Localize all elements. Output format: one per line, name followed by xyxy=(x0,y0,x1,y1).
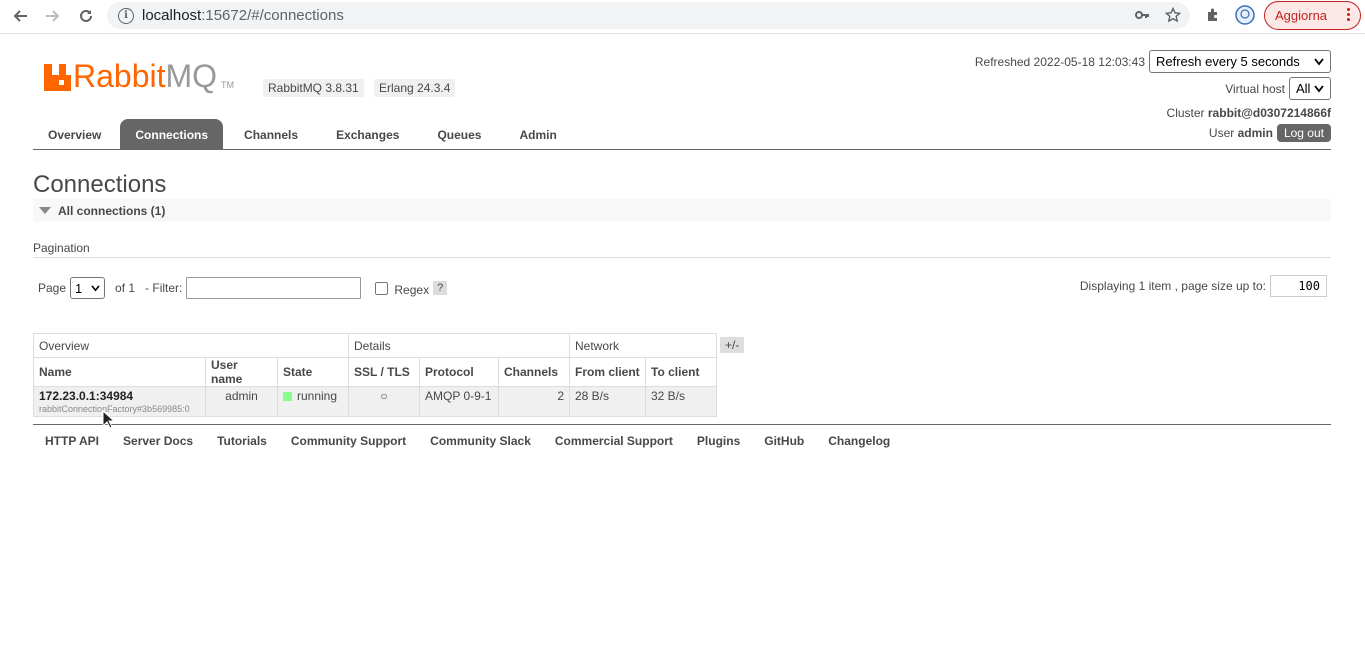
column-toggle-button[interactable]: +/- xyxy=(720,337,745,353)
page-label: Page xyxy=(38,281,67,295)
logo-text-mq: MQ xyxy=(165,58,218,94)
tab-exchanges[interactable]: Exchanges xyxy=(319,119,416,150)
page-size-input[interactable]: 100 xyxy=(1270,275,1327,297)
tab-overview[interactable]: Overview xyxy=(33,119,116,150)
site-info-icon[interactable]: i xyxy=(118,7,134,24)
state-value: running xyxy=(297,389,338,403)
refresh-interval-select[interactable]: Refresh every 5 seconds xyxy=(1149,50,1331,73)
page-of-label: of 1 xyxy=(115,281,136,295)
vhost-select[interactable]: All xyxy=(1289,77,1331,100)
group-header-details: Details xyxy=(348,333,570,358)
page-select-value: 1 xyxy=(75,280,83,296)
section-title: All connections (1) xyxy=(58,203,166,218)
channels-cell: 2 xyxy=(498,386,570,417)
page-select[interactable]: 1 xyxy=(70,277,106,299)
logo-trademark: TM xyxy=(221,80,235,90)
footer-divider xyxy=(33,424,1331,425)
chevron-down-icon xyxy=(91,284,100,292)
reload-icon[interactable] xyxy=(74,4,98,28)
footer-link-http-api[interactable]: HTTP API xyxy=(45,434,99,448)
col-header-protocol[interactable]: Protocol xyxy=(419,357,499,387)
tab-channels[interactable]: Channels xyxy=(227,119,315,150)
table-row: 172.23.0.1:34984 rabbitConnectionFactory… xyxy=(33,386,717,417)
pagination-controls: Page 1 of 1 - Filter: Regex ? xyxy=(38,277,448,299)
back-arrow-icon[interactable] xyxy=(8,4,32,28)
pagination-divider xyxy=(33,257,1331,258)
footer-link-github[interactable]: GitHub xyxy=(764,434,804,448)
to-client-cell: 32 B/s xyxy=(645,386,717,417)
logo-text-rabbit: Rabbit xyxy=(73,58,166,94)
footer-link-community-support[interactable]: Community Support xyxy=(291,434,406,448)
tab-admin[interactable]: Admin xyxy=(502,119,573,150)
col-header-name[interactable]: Name xyxy=(33,357,206,387)
state-cell: running xyxy=(277,386,349,417)
chevron-down-icon xyxy=(1314,84,1324,92)
pagination-label: Pagination xyxy=(33,241,90,255)
col-header-user-name[interactable]: User name xyxy=(205,357,278,387)
col-header-state[interactable]: State xyxy=(277,357,349,387)
footer-link-server-docs[interactable]: Server Docs xyxy=(123,434,193,448)
browser-toolbar: i localhost:15672/#/connections Aggiorna xyxy=(0,0,1365,34)
footer-link-community-slack[interactable]: Community Slack xyxy=(430,434,531,448)
regex-label: Regex xyxy=(394,282,430,297)
page-size-controls: Displaying 1 item , page size up to: 100 xyxy=(1080,275,1327,297)
update-button[interactable]: Aggiorna xyxy=(1264,1,1361,30)
regex-checkbox[interactable] xyxy=(375,281,389,295)
col-header-channels[interactable]: Channels xyxy=(498,357,570,387)
main-tabs: Overview Connections Channels Exchanges … xyxy=(33,119,1331,150)
connections-table: Overview Details Network Name User name … xyxy=(33,333,717,417)
extensions-puzzle-icon[interactable] xyxy=(1205,7,1221,28)
footer-link-plugins[interactable]: Plugins xyxy=(697,434,740,448)
tab-connections[interactable]: Connections xyxy=(120,119,224,150)
from-client-cell: 28 B/s xyxy=(569,386,646,417)
mouse-cursor-icon xyxy=(102,410,116,429)
tab-queues[interactable]: Queues xyxy=(420,119,498,150)
filter-input[interactable] xyxy=(186,277,362,299)
vhost-select-value: All xyxy=(1296,81,1311,96)
url-path: :15672/#/connections xyxy=(201,7,344,24)
footer-links: HTTP API Server Docs Tutorials Community… xyxy=(45,434,914,448)
connection-name-cell[interactable]: 172.23.0.1:34984 rabbitConnectionFactory… xyxy=(33,386,206,417)
cluster-label: Cluster xyxy=(1166,106,1205,120)
menu-dots-icon xyxy=(1347,7,1350,22)
refreshed-timestamp: Refreshed 2022-05-18 12:03:43 xyxy=(974,54,1145,69)
running-status-icon xyxy=(283,392,292,401)
profile-avatar-icon[interactable] xyxy=(1235,5,1255,30)
displaying-label: Displaying 1 item , page size up to: xyxy=(1079,279,1266,293)
key-icon[interactable] xyxy=(1134,7,1150,28)
connection-name-link[interactable]: 172.23.0.1:34984 xyxy=(39,389,200,403)
refresh-select-value: Refresh every 5 seconds xyxy=(1156,54,1300,69)
cluster-name: rabbit@d0307214866f xyxy=(1207,106,1331,120)
forward-arrow-icon[interactable] xyxy=(41,4,65,28)
footer-link-tutorials[interactable]: Tutorials xyxy=(217,434,267,448)
connection-client-label: rabbitConnectionFactory#3b569985:0 xyxy=(39,404,190,414)
update-label: Aggiorna xyxy=(1275,8,1328,23)
col-header-to-client[interactable]: To client xyxy=(645,357,717,387)
chevron-down-icon xyxy=(1314,57,1324,65)
rabbitmq-logo[interactable]: RabbitMQ TM xyxy=(44,58,235,94)
user-name-cell: admin xyxy=(205,386,278,417)
address-bar[interactable]: i localhost:15672/#/connections xyxy=(107,2,1190,29)
erlang-version-badge: Erlang 24.3.4 xyxy=(374,79,456,97)
page-title: Connections xyxy=(33,171,167,198)
vhost-label: Virtual host xyxy=(1225,81,1285,96)
footer-link-changelog[interactable]: Changelog xyxy=(828,434,890,448)
regex-help-button[interactable]: ? xyxy=(433,281,448,295)
protocol-cell: AMQP 0-9-1 xyxy=(419,386,499,417)
col-header-from-client[interactable]: From client xyxy=(569,357,646,387)
all-connections-toggle[interactable]: All connections (1) xyxy=(33,199,1331,222)
collapse-triangle-icon xyxy=(39,207,51,214)
group-header-network: Network xyxy=(569,333,717,358)
bookmark-star-icon[interactable] xyxy=(1164,6,1182,28)
ssl-cell: ○ xyxy=(348,386,420,417)
rabbitmq-version-badge: RabbitMQ 3.8.31 xyxy=(263,79,364,97)
group-header-overview: Overview xyxy=(33,333,349,358)
footer-link-commercial-support[interactable]: Commercial Support xyxy=(555,434,673,448)
url-host: localhost xyxy=(142,7,202,24)
col-header-ssl-tls[interactable]: SSL / TLS xyxy=(348,357,420,387)
filter-label: - Filter: xyxy=(145,281,183,295)
rabbitmq-logo-icon xyxy=(44,64,71,91)
